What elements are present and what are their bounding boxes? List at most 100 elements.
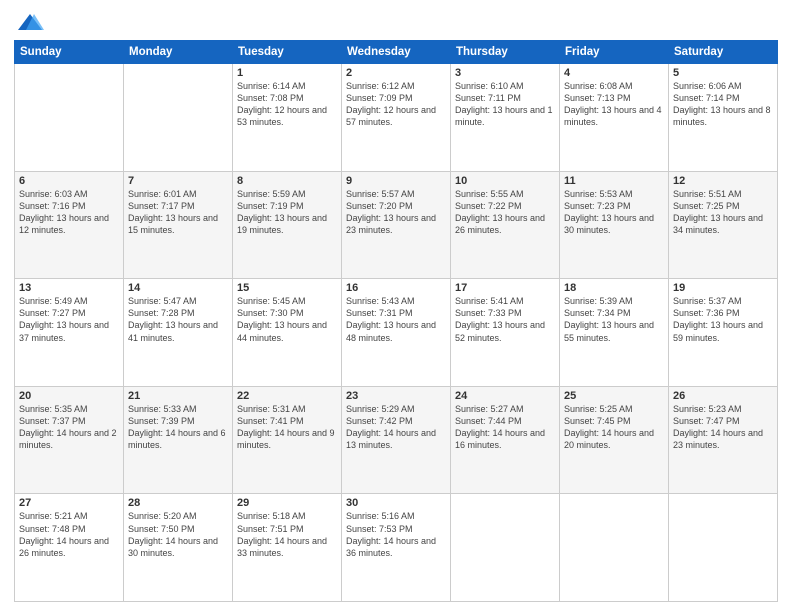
col-header-sunday: Sunday [15, 41, 124, 64]
calendar-cell [560, 494, 669, 602]
day-number: 21 [128, 390, 228, 402]
day-info: Sunrise: 5:18 AM Sunset: 7:51 PM Dayligh… [237, 510, 337, 559]
day-number: 9 [346, 175, 446, 187]
day-info: Sunrise: 6:06 AM Sunset: 7:14 PM Dayligh… [673, 80, 773, 129]
header [14, 10, 778, 34]
day-number: 10 [455, 175, 555, 187]
col-header-wednesday: Wednesday [342, 41, 451, 64]
calendar-cell: 18Sunrise: 5:39 AM Sunset: 7:34 PM Dayli… [560, 279, 669, 387]
calendar-cell: 13Sunrise: 5:49 AM Sunset: 7:27 PM Dayli… [15, 279, 124, 387]
day-info: Sunrise: 5:25 AM Sunset: 7:45 PM Dayligh… [564, 403, 664, 452]
calendar-cell: 25Sunrise: 5:25 AM Sunset: 7:45 PM Dayli… [560, 386, 669, 494]
day-number: 4 [564, 67, 664, 79]
day-number: 27 [19, 497, 119, 509]
calendar-cell: 29Sunrise: 5:18 AM Sunset: 7:51 PM Dayli… [233, 494, 342, 602]
day-info: Sunrise: 6:10 AM Sunset: 7:11 PM Dayligh… [455, 80, 555, 129]
day-info: Sunrise: 5:47 AM Sunset: 7:28 PM Dayligh… [128, 295, 228, 344]
calendar-cell: 8Sunrise: 5:59 AM Sunset: 7:19 PM Daylig… [233, 171, 342, 279]
day-number: 18 [564, 282, 664, 294]
calendar-cell: 28Sunrise: 5:20 AM Sunset: 7:50 PM Dayli… [124, 494, 233, 602]
day-info: Sunrise: 6:03 AM Sunset: 7:16 PM Dayligh… [19, 188, 119, 237]
calendar-cell: 19Sunrise: 5:37 AM Sunset: 7:36 PM Dayli… [669, 279, 778, 387]
week-row-3: 13Sunrise: 5:49 AM Sunset: 7:27 PM Dayli… [15, 279, 778, 387]
calendar-cell: 9Sunrise: 5:57 AM Sunset: 7:20 PM Daylig… [342, 171, 451, 279]
day-number: 8 [237, 175, 337, 187]
day-number: 6 [19, 175, 119, 187]
day-number: 30 [346, 497, 446, 509]
col-header-tuesday: Tuesday [233, 41, 342, 64]
day-info: Sunrise: 5:21 AM Sunset: 7:48 PM Dayligh… [19, 510, 119, 559]
day-info: Sunrise: 5:55 AM Sunset: 7:22 PM Dayligh… [455, 188, 555, 237]
day-number: 25 [564, 390, 664, 402]
day-info: Sunrise: 5:49 AM Sunset: 7:27 PM Dayligh… [19, 295, 119, 344]
col-header-thursday: Thursday [451, 41, 560, 64]
calendar-cell: 7Sunrise: 6:01 AM Sunset: 7:17 PM Daylig… [124, 171, 233, 279]
day-info: Sunrise: 5:35 AM Sunset: 7:37 PM Dayligh… [19, 403, 119, 452]
calendar-header-row: SundayMondayTuesdayWednesdayThursdayFrid… [15, 41, 778, 64]
calendar-cell: 10Sunrise: 5:55 AM Sunset: 7:22 PM Dayli… [451, 171, 560, 279]
calendar-cell: 15Sunrise: 5:45 AM Sunset: 7:30 PM Dayli… [233, 279, 342, 387]
calendar-cell [15, 64, 124, 172]
day-number: 12 [673, 175, 773, 187]
day-number: 2 [346, 67, 446, 79]
week-row-5: 27Sunrise: 5:21 AM Sunset: 7:48 PM Dayli… [15, 494, 778, 602]
logo-icon [16, 10, 44, 38]
calendar-cell [451, 494, 560, 602]
day-number: 1 [237, 67, 337, 79]
calendar-cell: 16Sunrise: 5:43 AM Sunset: 7:31 PM Dayli… [342, 279, 451, 387]
week-row-1: 1Sunrise: 6:14 AM Sunset: 7:08 PM Daylig… [15, 64, 778, 172]
calendar-cell: 17Sunrise: 5:41 AM Sunset: 7:33 PM Dayli… [451, 279, 560, 387]
calendar-cell: 12Sunrise: 5:51 AM Sunset: 7:25 PM Dayli… [669, 171, 778, 279]
day-number: 16 [346, 282, 446, 294]
day-info: Sunrise: 5:45 AM Sunset: 7:30 PM Dayligh… [237, 295, 337, 344]
day-info: Sunrise: 6:08 AM Sunset: 7:13 PM Dayligh… [564, 80, 664, 129]
calendar-cell: 2Sunrise: 6:12 AM Sunset: 7:09 PM Daylig… [342, 64, 451, 172]
calendar-cell: 20Sunrise: 5:35 AM Sunset: 7:37 PM Dayli… [15, 386, 124, 494]
day-number: 23 [346, 390, 446, 402]
day-number: 29 [237, 497, 337, 509]
day-info: Sunrise: 5:33 AM Sunset: 7:39 PM Dayligh… [128, 403, 228, 452]
logo [14, 10, 44, 34]
day-info: Sunrise: 6:12 AM Sunset: 7:09 PM Dayligh… [346, 80, 446, 129]
calendar-cell: 23Sunrise: 5:29 AM Sunset: 7:42 PM Dayli… [342, 386, 451, 494]
day-info: Sunrise: 6:01 AM Sunset: 7:17 PM Dayligh… [128, 188, 228, 237]
col-header-saturday: Saturday [669, 41, 778, 64]
col-header-friday: Friday [560, 41, 669, 64]
day-number: 26 [673, 390, 773, 402]
day-number: 19 [673, 282, 773, 294]
calendar-cell: 30Sunrise: 5:16 AM Sunset: 7:53 PM Dayli… [342, 494, 451, 602]
day-info: Sunrise: 5:29 AM Sunset: 7:42 PM Dayligh… [346, 403, 446, 452]
day-info: Sunrise: 5:41 AM Sunset: 7:33 PM Dayligh… [455, 295, 555, 344]
day-info: Sunrise: 5:23 AM Sunset: 7:47 PM Dayligh… [673, 403, 773, 452]
day-info: Sunrise: 5:39 AM Sunset: 7:34 PM Dayligh… [564, 295, 664, 344]
day-number: 13 [19, 282, 119, 294]
page: SundayMondayTuesdayWednesdayThursdayFrid… [0, 0, 792, 612]
calendar-cell: 21Sunrise: 5:33 AM Sunset: 7:39 PM Dayli… [124, 386, 233, 494]
day-number: 3 [455, 67, 555, 79]
week-row-2: 6Sunrise: 6:03 AM Sunset: 7:16 PM Daylig… [15, 171, 778, 279]
day-number: 20 [19, 390, 119, 402]
day-number: 24 [455, 390, 555, 402]
calendar-cell: 1Sunrise: 6:14 AM Sunset: 7:08 PM Daylig… [233, 64, 342, 172]
day-info: Sunrise: 5:43 AM Sunset: 7:31 PM Dayligh… [346, 295, 446, 344]
day-info: Sunrise: 5:53 AM Sunset: 7:23 PM Dayligh… [564, 188, 664, 237]
day-info: Sunrise: 5:59 AM Sunset: 7:19 PM Dayligh… [237, 188, 337, 237]
calendar-cell: 14Sunrise: 5:47 AM Sunset: 7:28 PM Dayli… [124, 279, 233, 387]
day-number: 11 [564, 175, 664, 187]
calendar-cell: 11Sunrise: 5:53 AM Sunset: 7:23 PM Dayli… [560, 171, 669, 279]
calendar-cell: 22Sunrise: 5:31 AM Sunset: 7:41 PM Dayli… [233, 386, 342, 494]
day-number: 7 [128, 175, 228, 187]
day-info: Sunrise: 5:57 AM Sunset: 7:20 PM Dayligh… [346, 188, 446, 237]
day-info: Sunrise: 5:37 AM Sunset: 7:36 PM Dayligh… [673, 295, 773, 344]
calendar-cell [669, 494, 778, 602]
calendar-table: SundayMondayTuesdayWednesdayThursdayFrid… [14, 40, 778, 602]
calendar-cell: 26Sunrise: 5:23 AM Sunset: 7:47 PM Dayli… [669, 386, 778, 494]
day-number: 17 [455, 282, 555, 294]
day-number: 14 [128, 282, 228, 294]
col-header-monday: Monday [124, 41, 233, 64]
day-number: 28 [128, 497, 228, 509]
day-info: Sunrise: 5:20 AM Sunset: 7:50 PM Dayligh… [128, 510, 228, 559]
day-info: Sunrise: 5:51 AM Sunset: 7:25 PM Dayligh… [673, 188, 773, 237]
calendar-cell: 3Sunrise: 6:10 AM Sunset: 7:11 PM Daylig… [451, 64, 560, 172]
day-info: Sunrise: 5:27 AM Sunset: 7:44 PM Dayligh… [455, 403, 555, 452]
